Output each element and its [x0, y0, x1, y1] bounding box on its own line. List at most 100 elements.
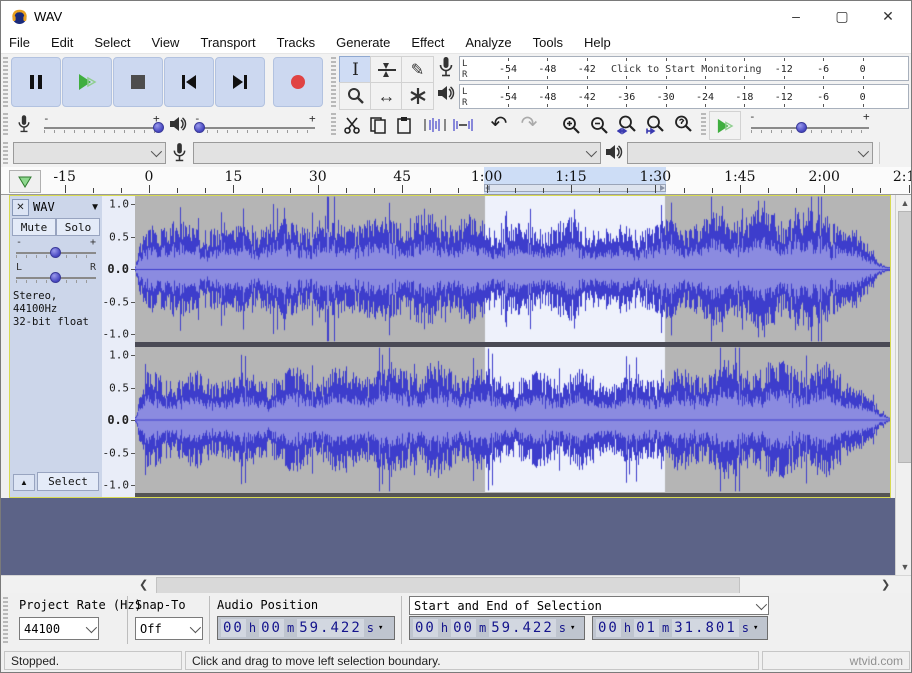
waveform-right-channel[interactable]: [135, 347, 890, 492]
scroll-down-icon[interactable]: ▼: [896, 562, 912, 572]
dropdown-arrow-icon[interactable]: ▾: [378, 623, 383, 633]
horizontal-scrollbar[interactable]: ❮ ❯: [1, 575, 912, 594]
mixer-grip[interactable]: [3, 113, 8, 137]
selection-start-field[interactable]: 00h 00m 59.422s ▾: [409, 616, 585, 640]
tools-grip[interactable]: [331, 57, 336, 107]
close-button[interactable]: ✕: [865, 1, 911, 31]
menu-effect[interactable]: Effect: [411, 35, 444, 50]
playback-meter[interactable]: LR-54-48-42-36-30-24-18-12-60: [459, 84, 909, 109]
waveform-area[interactable]: [135, 196, 890, 497]
track-name[interactable]: WAV: [33, 200, 55, 214]
scroll-left-icon[interactable]: ❮: [139, 578, 148, 591]
record-volume-slider[interactable]: [44, 127, 162, 129]
track-menu-arrow-icon[interactable]: ▼: [90, 202, 100, 213]
timeline-selection-bar[interactable]: [484, 184, 666, 192]
menu-tools[interactable]: Tools: [533, 35, 563, 50]
pinned-play-head-button[interactable]: [9, 170, 41, 193]
timeline-ruler[interactable]: -1501530451:001:151:301:452:002:15: [43, 167, 912, 194]
trim-audio-button[interactable]: [421, 112, 449, 138]
copy-button[interactable]: [365, 112, 391, 138]
multi-tool-button[interactable]: [401, 82, 434, 110]
snap-to-dropdown[interactable]: Off: [135, 617, 203, 640]
cut-button[interactable]: [339, 112, 365, 138]
vertical-scrollbar[interactable]: ▲ ▼: [895, 195, 912, 575]
sel-start-minutes[interactable]: 00: [451, 619, 476, 637]
fit-project-button[interactable]: [641, 112, 669, 138]
menu-help[interactable]: Help: [584, 35, 611, 50]
solo-button[interactable]: Solo: [56, 218, 100, 236]
selection-right-handle[interactable]: [660, 185, 665, 191]
menu-view[interactable]: View: [152, 35, 180, 50]
skip-to-end-button[interactable]: [215, 57, 265, 107]
silence-audio-button[interactable]: [449, 112, 477, 138]
minimize-button[interactable]: –: [773, 1, 819, 31]
selection-toolbar-grip[interactable]: [3, 597, 8, 643]
menu-generate[interactable]: Generate: [336, 35, 390, 50]
track-select-button[interactable]: Select: [37, 472, 99, 491]
menu-analyze[interactable]: Analyze: [465, 35, 511, 50]
zoom-out-button[interactable]: [585, 112, 613, 138]
vertical-scale-ruler[interactable]: 1.00.50.0-0.5-1.01.00.50.0-0.5-1.0: [102, 196, 136, 497]
track-bottom-drag-bar[interactable]: [135, 493, 890, 497]
track-close-button[interactable]: ✕: [12, 199, 29, 216]
paste-button[interactable]: [391, 112, 417, 138]
maximize-button[interactable]: ▢: [819, 1, 865, 31]
waveform-left-channel[interactable]: [135, 196, 890, 342]
sel-end-seconds[interactable]: 31.801: [672, 619, 739, 637]
menu-tracks[interactable]: Tracks: [277, 35, 316, 50]
record-meter-mic[interactable]: [438, 56, 458, 81]
vertical-scroll-thumb[interactable]: [898, 211, 912, 463]
horizontal-scroll-thumb[interactable]: [156, 577, 740, 594]
project-rate-dropdown[interactable]: 44100: [19, 617, 99, 640]
scroll-up-icon[interactable]: ▲: [896, 198, 912, 208]
menu-select[interactable]: Select: [94, 35, 130, 50]
menu-transport[interactable]: Transport: [200, 35, 255, 50]
envelope-tool-button[interactable]: [370, 56, 403, 84]
sel-end-minutes[interactable]: 01: [634, 619, 659, 637]
pause-button[interactable]: [11, 57, 61, 107]
mute-button[interactable]: Mute: [12, 218, 56, 236]
play-speed-grip[interactable]: [701, 113, 706, 137]
dropdown-arrow-icon[interactable]: ▾: [570, 623, 575, 633]
audio-host-dropdown[interactable]: [13, 142, 166, 164]
pan-slider-thumb[interactable]: [50, 272, 61, 283]
stop-button[interactable]: [113, 57, 163, 107]
sel-start-seconds[interactable]: 59.422: [489, 619, 556, 637]
dropdown-arrow-icon[interactable]: ▾: [753, 623, 758, 633]
play-at-speed-button[interactable]: [709, 111, 741, 140]
record-volume-thumb[interactable]: [153, 122, 164, 133]
skip-to-start-button[interactable]: [164, 57, 214, 107]
zoom-toggle-button[interactable]: [669, 112, 697, 138]
record-button[interactable]: [273, 57, 323, 107]
sel-start-hours[interactable]: 00: [413, 619, 438, 637]
collapse-track-button[interactable]: ▲: [13, 474, 35, 491]
draw-tool-button[interactable]: ✎: [401, 56, 434, 84]
selection-end-field[interactable]: 00h 01m 31.801s ▾: [592, 616, 768, 640]
audio-position-seconds[interactable]: 59.422: [297, 619, 364, 637]
recording-meter[interactable]: LR-54-48-42-36-30-24-18-12-60Click to St…: [459, 56, 909, 81]
selection-mode-dropdown[interactable]: Start and End of Selection: [409, 596, 769, 615]
play-meter-speaker[interactable]: [437, 84, 457, 109]
redo-button[interactable]: ↷: [515, 110, 543, 136]
play-volume-slider[interactable]: [197, 127, 315, 129]
scroll-right-icon[interactable]: ❯: [881, 578, 890, 591]
selection-tool-button[interactable]: I: [339, 56, 372, 84]
transport-grip[interactable]: [3, 57, 8, 107]
audio-position-hours[interactable]: 00: [221, 619, 246, 637]
zoom-in-button[interactable]: [557, 112, 585, 138]
monitoring-hint[interactable]: Click to Start Monitoring: [610, 64, 763, 75]
playback-device-dropdown[interactable]: [627, 142, 873, 164]
play-speed-slider[interactable]: [751, 127, 869, 129]
undo-button[interactable]: ↶: [485, 110, 513, 136]
audio-position-minutes[interactable]: 00: [259, 619, 284, 637]
audio-position-field[interactable]: 00h 00m 59.422s ▾: [217, 616, 395, 640]
play-button[interactable]: [62, 57, 112, 107]
zoom-tool-button[interactable]: [339, 82, 372, 110]
edit-grip[interactable]: [331, 113, 336, 137]
menu-file[interactable]: File: [9, 35, 30, 50]
menu-edit[interactable]: Edit: [51, 35, 73, 50]
play-speed-thumb[interactable]: [796, 122, 807, 133]
fit-selection-button[interactable]: [613, 112, 641, 138]
recording-device-dropdown[interactable]: [193, 142, 601, 164]
device-grip[interactable]: [3, 142, 8, 164]
